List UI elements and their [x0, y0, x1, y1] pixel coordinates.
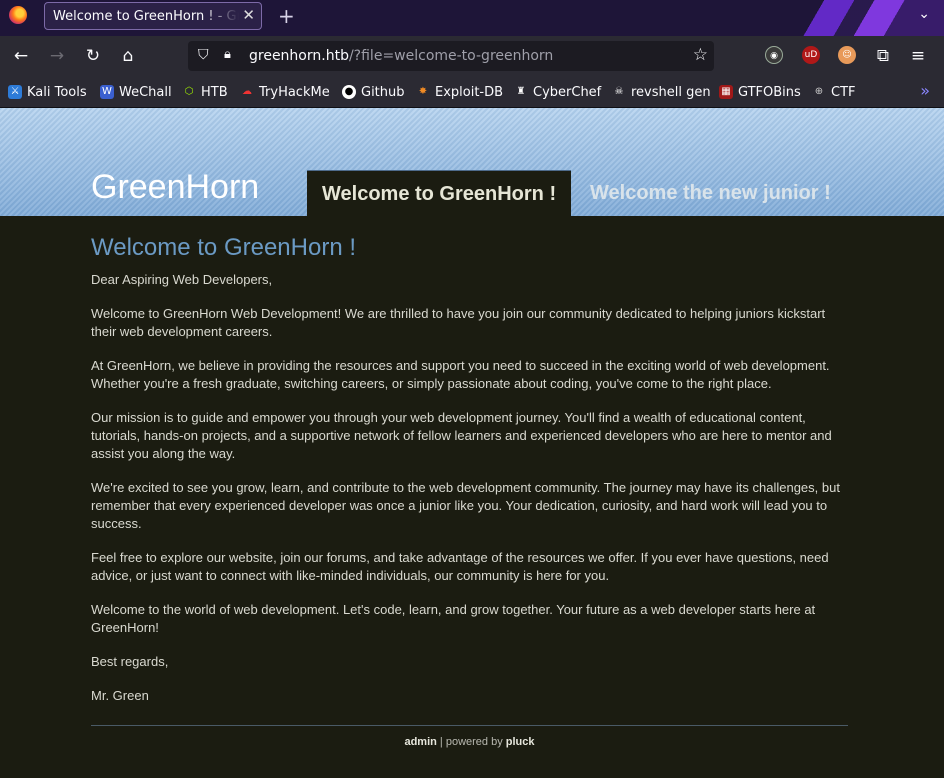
extension-avatar-icon[interactable]: ☺ [838, 46, 856, 64]
bookmark-kali-tools[interactable]: ⚔ Kali Tools [8, 83, 87, 101]
tryhackme-cloud-icon: ☁ [242, 86, 252, 97]
site-info-icon[interactable]: 🔒︎ [224, 47, 231, 62]
site-title[interactable]: GreenHorn [91, 168, 259, 207]
new-tab-icon[interactable]: + [278, 4, 295, 28]
url-path: /?file=welcome-to-greenhorn [348, 48, 554, 64]
paragraph: Welcome to the world of web development.… [91, 602, 816, 635]
theme-decoration [764, 0, 944, 36]
pluck-link[interactable]: pluck [506, 736, 535, 748]
bookmark-tryhackme[interactable]: ☁ TryHackMe [240, 83, 330, 101]
github-icon: ● [342, 85, 356, 99]
bookmark-label: Github [361, 84, 405, 100]
extensions-icon[interactable]: ⧉ [872, 45, 894, 67]
browser-tab[interactable]: Welcome to GreenHorn ! - GreenHorn ✕ [44, 2, 262, 30]
wechall-icon: W [100, 85, 114, 99]
forward-icon[interactable]: → [46, 45, 68, 67]
url-host: greenhorn.htb [249, 48, 349, 64]
url-text[interactable]: greenhorn.htb/?file=welcome-to-greenhorn [249, 48, 553, 64]
paragraph: Welcome to GreenHorn Web Development! We… [91, 306, 826, 339]
bookmark-label: GTFOBins [738, 84, 801, 100]
tab-title: Welcome to GreenHorn ! - GreenHorn [53, 9, 239, 24]
main-content: Welcome to GreenHorn ! Dear Aspiring Web… [91, 234, 848, 721]
bookmarks-toolbar: ⚔ Kali Tools W WeChall ⬡ HTB ☁ TryHackMe ● Gi… [0, 76, 944, 108]
nav-link-new-junior[interactable]: Welcome the new junior ! [590, 182, 831, 205]
chef-hat-icon: ♜ [516, 86, 526, 97]
bookmark-gtfobins[interactable]: ▦ GTFOBins [719, 83, 801, 101]
paragraph: At GreenHorn, we believe in providing th… [91, 358, 830, 391]
tab-bar: Welcome to GreenHorn ! - GreenHorn ✕ + ⌄ [0, 0, 944, 36]
navigation-toolbar: ← → ↻ ⌂ ⛉ 🔒︎ greenhorn.htb/?file=welcome… [0, 36, 944, 76]
gtfobins-icon: ▦ [719, 85, 733, 99]
bookmark-label: Exploit-DB [435, 84, 504, 100]
htb-cube-icon: ⬡ [184, 86, 194, 97]
exploit-db-icon: ✸ [418, 86, 428, 97]
bookmark-github[interactable]: ● Github [342, 83, 405, 101]
app-menu-icon[interactable]: ≡ [907, 45, 929, 67]
kali-icon: ⚔ [8, 85, 22, 99]
home-icon[interactable]: ⌂ [117, 45, 139, 67]
footer-separator: | powered by [436, 736, 506, 748]
bookmark-htb[interactable]: ⬡ HTB [182, 83, 228, 101]
paragraph: Our mission is to guide and empower you … [91, 410, 832, 461]
bookmark-label: CyberChef [533, 84, 602, 100]
list-all-tabs-icon[interactable]: ⌄ [918, 6, 930, 22]
bookmark-label: Kali Tools [27, 84, 87, 100]
paragraph: Mr. Green [91, 688, 149, 703]
nav-link-welcome[interactable]: Welcome to GreenHorn ! [307, 170, 571, 216]
bookmark-wechall[interactable]: W WeChall [100, 83, 172, 101]
paragraph: Dear Aspiring Web Developers, [91, 272, 273, 287]
bookmark-ctf[interactable]: ⊕ CTF [812, 83, 856, 101]
bookmark-revshell-gen[interactable]: ☠ revshell gen [612, 83, 711, 101]
address-bar[interactable]: ⛉ 🔒︎ greenhorn.htb/?file=welcome-to-gree… [188, 41, 714, 71]
ublock-origin-icon[interactable]: uD [802, 46, 820, 64]
firefox-menu-icon[interactable] [9, 6, 27, 24]
back-icon[interactable]: ← [10, 45, 32, 67]
extension-glasses-icon[interactable]: ◉ [765, 46, 783, 64]
skull-icon: ☠ [614, 86, 624, 97]
bookmark-cyberchef[interactable]: ♜ CyberChef [514, 83, 602, 101]
page-title: Welcome to GreenHorn ! [91, 234, 356, 261]
bookmark-label: TryHackMe [259, 84, 330, 100]
tracking-protection-icon[interactable]: ⛉ [198, 47, 209, 63]
more-bookmarks-chevron-icon[interactable]: » [920, 81, 930, 100]
paragraph: Best regards, [91, 654, 169, 669]
paragraph: We're excited to see you grow, learn, an… [91, 480, 840, 531]
bookmark-label: revshell gen [631, 84, 711, 100]
site-footer: admin | powered by pluck [91, 725, 848, 748]
bookmark-star-icon[interactable]: ☆ [693, 45, 708, 65]
close-tab-icon[interactable]: ✕ [242, 6, 255, 24]
reload-icon[interactable]: ↻ [82, 45, 104, 67]
bookmark-label: WeChall [119, 84, 172, 100]
paragraph: Feel free to explore our website, join o… [91, 550, 829, 583]
bookmark-label: HTB [201, 84, 228, 100]
bookmark-label: CTF [831, 84, 856, 100]
web-page: GreenHorn Welcome to GreenHorn ! Welcome… [0, 108, 944, 778]
admin-link[interactable]: admin [404, 736, 436, 748]
bookmark-exploit-db[interactable]: ✸ Exploit-DB [416, 83, 503, 101]
globe-icon: ⊕ [814, 86, 824, 97]
